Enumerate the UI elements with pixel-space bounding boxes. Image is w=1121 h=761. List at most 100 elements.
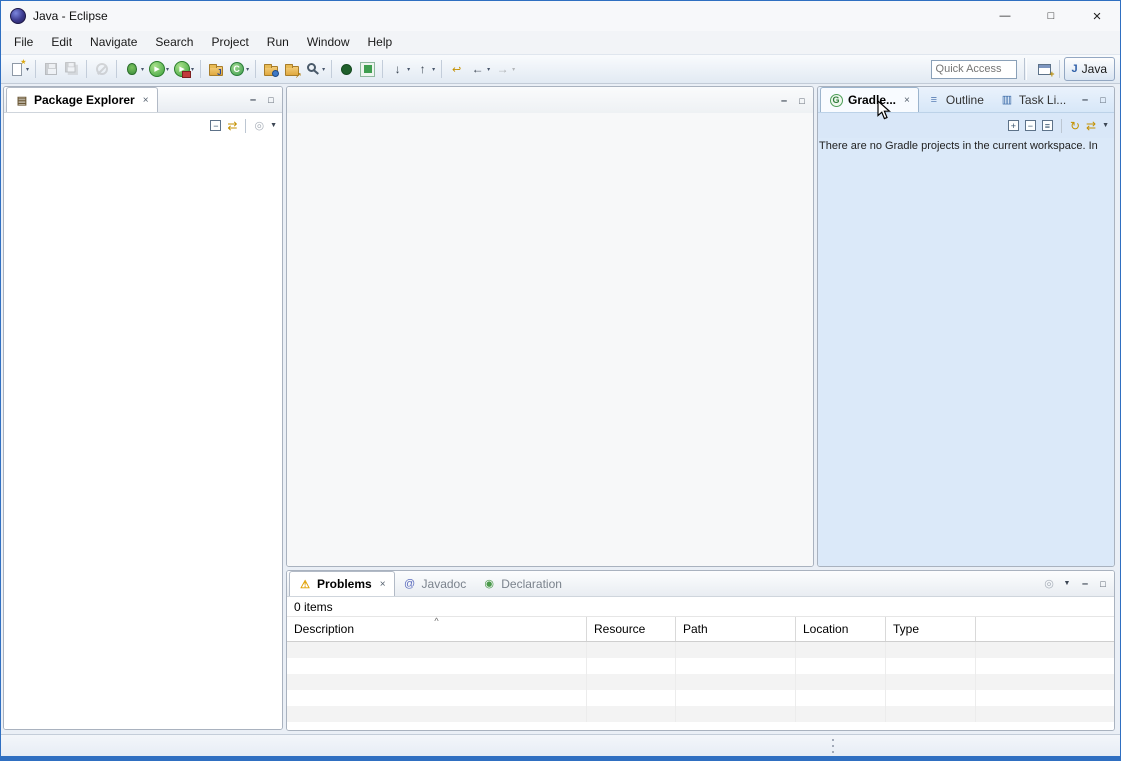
maximize-view-button[interactable]: □ bbox=[1094, 91, 1112, 109]
record-button[interactable] bbox=[336, 57, 357, 81]
save-button[interactable] bbox=[40, 57, 61, 81]
skip-breakpoints-button[interactable] bbox=[91, 57, 112, 81]
tab-declaration[interactable]: ◉ Declaration bbox=[474, 571, 570, 596]
chevron-down-icon[interactable]: ▾ bbox=[512, 66, 515, 73]
view-menu-icon[interactable]: ▼ bbox=[270, 122, 277, 129]
tab-gradle-tasks[interactable]: G Gradle... × bbox=[820, 87, 919, 112]
window-close-button[interactable]: × bbox=[1074, 1, 1120, 31]
column-header-spacer bbox=[976, 617, 1114, 641]
tab-problems[interactable]: ⚠ Problems × bbox=[289, 571, 395, 596]
table-row bbox=[287, 690, 1114, 706]
close-icon[interactable]: × bbox=[904, 95, 910, 106]
column-header-path[interactable]: Path bbox=[676, 617, 796, 641]
eclipse-logo-icon bbox=[10, 8, 26, 24]
next-annotation-button[interactable]: ↓ ▾ bbox=[387, 57, 412, 81]
minimize-view-button[interactable]: – bbox=[1076, 91, 1094, 109]
menu-file[interactable]: File bbox=[5, 31, 42, 54]
column-header-type[interactable]: Type bbox=[886, 617, 976, 641]
last-edit-location-button[interactable]: ↩ bbox=[446, 57, 467, 81]
toolbar-separator bbox=[382, 60, 383, 78]
column-header-resource[interactable]: Resource bbox=[587, 617, 676, 641]
view-menu-icon[interactable]: ▼ bbox=[1058, 575, 1076, 593]
new-task-button[interactable] bbox=[260, 57, 281, 81]
new-class-button[interactable]: C ▾ bbox=[226, 57, 251, 81]
menu-edit[interactable]: Edit bbox=[42, 31, 81, 54]
link-with-editor-icon[interactable]: ⇄ bbox=[227, 119, 237, 133]
maximize-editor-button[interactable]: □ bbox=[793, 92, 811, 110]
chevron-down-icon[interactable]: ▾ bbox=[166, 66, 169, 73]
run-button[interactable]: ▶ ▾ bbox=[146, 57, 171, 81]
package-explorer-content bbox=[4, 138, 282, 729]
eclipse-window: Java - Eclipse — □ × File Edit Navigate … bbox=[0, 0, 1121, 761]
menu-project[interactable]: Project bbox=[202, 31, 257, 54]
new-class-icon: C bbox=[230, 62, 244, 76]
menu-window[interactable]: Window bbox=[298, 31, 359, 54]
previous-annotation-button[interactable]: ↑ ▾ bbox=[412, 57, 437, 81]
minimize-view-button[interactable]: – bbox=[244, 91, 262, 109]
new-wizard-button[interactable]: ▾ bbox=[6, 57, 31, 81]
tab-javadoc[interactable]: @ Javadoc bbox=[395, 571, 475, 596]
link-with-selection-icon[interactable]: ⇄ bbox=[1086, 119, 1096, 133]
close-icon[interactable]: × bbox=[143, 95, 149, 106]
search-button[interactable]: ▾ bbox=[302, 57, 327, 81]
expand-all-icon[interactable]: + bbox=[1008, 120, 1019, 131]
menu-navigate[interactable]: Navigate bbox=[81, 31, 146, 54]
open-perspective-icon bbox=[1038, 64, 1051, 75]
chevron-down-icon[interactable]: ▾ bbox=[191, 66, 194, 73]
tab-package-explorer[interactable]: ▤ Package Explorer × bbox=[6, 87, 158, 112]
chevron-down-icon[interactable]: ▾ bbox=[432, 66, 435, 73]
toolbar-separator bbox=[441, 60, 442, 78]
chevron-down-icon[interactable]: ▾ bbox=[322, 66, 325, 73]
problems-tab-bar: ⚠ Problems × @ Javadoc ◉ Declaration ◎ ▼… bbox=[287, 571, 1114, 597]
window-minimize-button[interactable]: — bbox=[982, 1, 1028, 31]
open-task-button[interactable] bbox=[281, 57, 302, 81]
chevron-down-icon[interactable]: ▾ bbox=[26, 66, 29, 73]
chevron-down-icon[interactable]: ▾ bbox=[246, 66, 249, 73]
view-controls: – □ bbox=[244, 87, 280, 112]
collapse-all-icon[interactable]: − bbox=[210, 120, 221, 131]
external-tools-button[interactable]: ▶ ▾ bbox=[171, 57, 196, 81]
collapse-all-icon[interactable]: − bbox=[1025, 120, 1036, 131]
java-perspective-label: Java bbox=[1082, 62, 1107, 76]
toolbar-separator bbox=[200, 60, 201, 78]
maximize-view-button[interactable]: □ bbox=[262, 91, 280, 109]
tab-task-list[interactable]: ▥ Task Li... bbox=[992, 87, 1074, 112]
quick-access-input[interactable] bbox=[931, 60, 1017, 79]
minimize-view-button[interactable]: – bbox=[1076, 575, 1094, 593]
open-perspective-button[interactable] bbox=[1034, 57, 1055, 81]
trim-drag-handle[interactable] bbox=[831, 739, 835, 753]
focus-on-task-icon[interactable]: ◎ bbox=[254, 119, 264, 132]
chevron-down-icon[interactable]: ▾ bbox=[487, 66, 490, 73]
debug-button[interactable]: ▾ bbox=[121, 57, 146, 81]
close-icon[interactable]: × bbox=[380, 579, 386, 590]
table-row bbox=[287, 642, 1114, 658]
java-perspective-button[interactable]: J Java bbox=[1064, 57, 1115, 81]
menu-run[interactable]: Run bbox=[258, 31, 298, 54]
tab-label: Package Explorer bbox=[34, 93, 135, 107]
maximize-view-button[interactable]: □ bbox=[1094, 575, 1112, 593]
view-menu-icon[interactable]: ▼ bbox=[1102, 122, 1109, 129]
focus-on-task-icon[interactable]: ◎ bbox=[1044, 577, 1054, 590]
flat-layout-icon[interactable]: ≡ bbox=[1042, 120, 1053, 131]
forward-button[interactable]: → ▾ bbox=[492, 57, 517, 81]
back-arrow-icon: ← bbox=[469, 61, 486, 78]
stop-button[interactable] bbox=[357, 57, 378, 81]
tab-outline[interactable]: ≡ Outline bbox=[919, 87, 992, 112]
window-maximize-button[interactable]: □ bbox=[1028, 1, 1074, 31]
menu-search[interactable]: Search bbox=[146, 31, 202, 54]
save-all-button[interactable] bbox=[61, 57, 82, 81]
chevron-down-icon[interactable]: ▾ bbox=[407, 66, 410, 73]
tab-label: Problems bbox=[317, 577, 372, 591]
chevron-down-icon[interactable]: ▾ bbox=[141, 66, 144, 73]
last-edit-location-icon: ↩ bbox=[448, 61, 465, 78]
editor-area: – □ bbox=[286, 86, 814, 567]
minimize-editor-button[interactable]: – bbox=[775, 92, 793, 110]
refresh-icon[interactable]: ↻ bbox=[1070, 119, 1080, 133]
menu-help[interactable]: Help bbox=[359, 31, 402, 54]
new-java-project-icon bbox=[209, 66, 223, 76]
column-header-description[interactable]: ^ Description bbox=[287, 617, 587, 641]
package-explorer-view: ▤ Package Explorer × – □ − ⇄ ◎ ▼ bbox=[3, 86, 283, 730]
column-header-location[interactable]: Location bbox=[796, 617, 886, 641]
new-java-project-button[interactable] bbox=[205, 57, 226, 81]
back-button[interactable]: ← ▾ bbox=[467, 57, 492, 81]
